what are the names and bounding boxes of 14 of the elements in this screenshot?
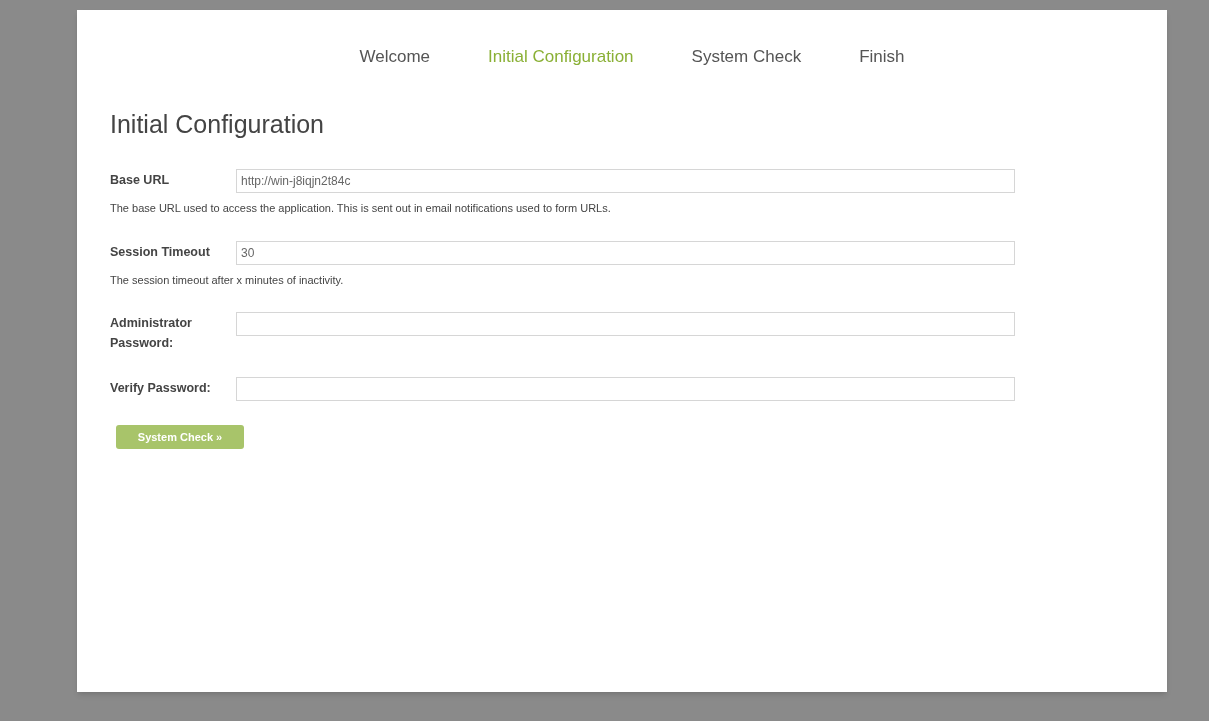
wizard-step[interactable]: Finish: [859, 44, 905, 70]
input-field[interactable]: http://win-j8iqjn2t84c: [236, 169, 1015, 193]
input-field[interactable]: [236, 312, 1015, 336]
wizard-step[interactable]: System Check: [691, 44, 802, 70]
field-label: Verify Password:: [110, 380, 212, 397]
help-text: The session timeout after x minutes of inactivity.: [110, 272, 345, 288]
input-field[interactable]: [236, 377, 1015, 401]
input-field[interactable]: 30: [236, 240, 1015, 265]
wizard-step[interactable]: Welcome: [359, 44, 431, 70]
help-text: The base URL used to access the application. This is sent out in email notifications used to form URLs.: [110, 201, 612, 216]
field-label: Session Timeout: [110, 243, 211, 261]
field-label: Administrator Password:: [110, 315, 193, 352]
field-label: Base URL: [110, 172, 171, 189]
page-heading: Initial Configuration: [110, 108, 325, 140]
